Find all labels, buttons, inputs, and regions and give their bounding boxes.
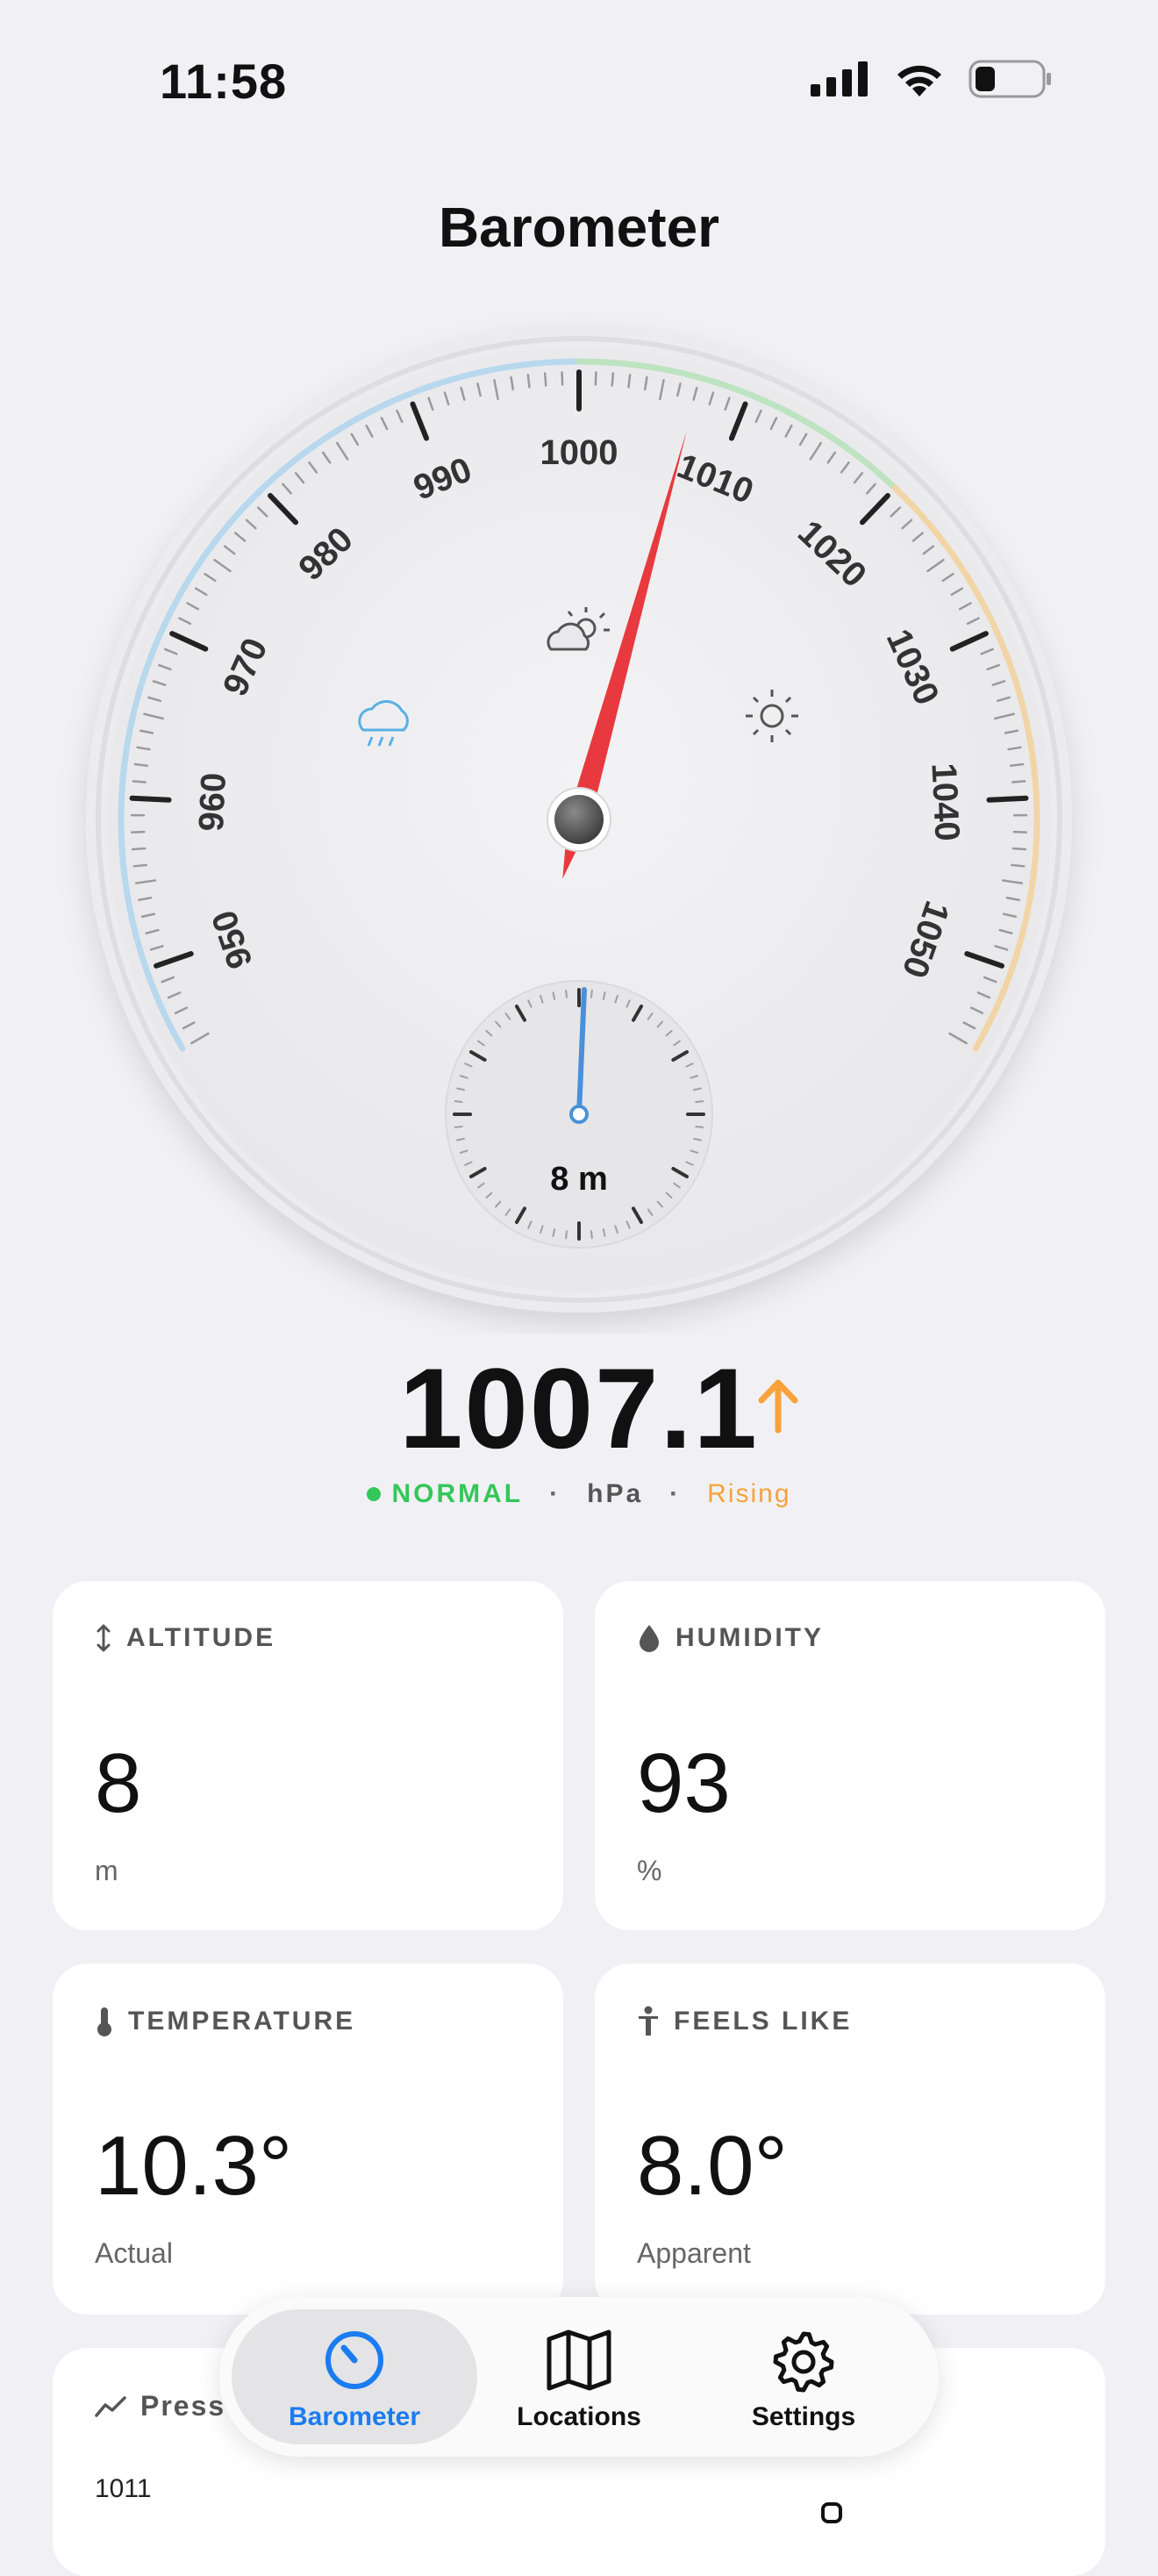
altitude-label: ALTITUDE: [126, 1623, 275, 1653]
minor-tick: [528, 375, 530, 387]
minor-tick: [132, 848, 145, 849]
status-dot: [367, 1487, 381, 1501]
altitude-needle-hub: [571, 1106, 587, 1122]
minor-tick: [133, 781, 146, 782]
feels-like-card-header: FEELS LIKE: [637, 2006, 852, 2037]
gauge-tick-label: 1040: [924, 762, 966, 842]
minor-tick: [1013, 848, 1026, 849]
altitude-unit: m: [95, 1855, 118, 1887]
tab-locations[interactable]: Locations: [456, 2309, 702, 2444]
altitude-dial-tick: [455, 1101, 462, 1102]
tab-barometer-label: Barometer: [232, 2402, 477, 2432]
tab-locations-label: Locations: [456, 2402, 702, 2432]
pressure-reading: 1007.1: [399, 1342, 759, 1474]
tab-settings[interactable]: Settings: [681, 2309, 926, 2444]
humidity-card[interactable]: HUMIDITY 93 %: [595, 1581, 1105, 1930]
unit-label: hPa: [587, 1479, 643, 1509]
temperature-card[interactable]: TEMPERATURE 10.3° Actual: [53, 1964, 563, 2315]
separator: ·: [549, 1479, 561, 1509]
humidity-label: HUMIDITY: [676, 1623, 824, 1653]
thermometer-icon: [95, 2006, 114, 2037]
tab-barometer[interactable]: Barometer: [232, 2309, 477, 2444]
feels-like-sub: Apparent: [637, 2237, 751, 2270]
major-tick: [989, 798, 1026, 800]
tab-bar: Barometer Locations Settings: [219, 2297, 939, 2457]
minor-tick: [612, 373, 613, 385]
minor-tick: [135, 764, 147, 766]
feels-like-card[interactable]: FEELS LIKE 8.0° Apparent: [595, 1964, 1105, 2315]
altitude-value: 8: [95, 1735, 141, 1832]
feels-like-label: FEELS LIKE: [674, 2007, 852, 2036]
minor-tick: [562, 372, 563, 384]
altitude-card[interactable]: ALTITUDE 8 m: [53, 1581, 563, 1930]
status-label: NORMAL: [391, 1479, 523, 1509]
minor-tick: [134, 865, 147, 866]
pressure-history-card-header: Press: [95, 2390, 225, 2422]
altitude-dial-tick: [591, 991, 592, 998]
temperature-label: TEMPERATURE: [128, 2007, 355, 2036]
gauge-icon: [323, 2329, 386, 2392]
temperature-card-header: TEMPERATURE: [95, 2006, 355, 2037]
humidity-unit: %: [637, 1855, 661, 1887]
altitude-dial-tick: [696, 1101, 703, 1102]
needle-hub: [554, 795, 604, 844]
altitude-dial-tick: [566, 1231, 567, 1238]
gear-icon: [770, 2329, 837, 2395]
major-tick: [132, 798, 169, 800]
altitude-card-header: ALTITUDE: [95, 1623, 275, 1653]
temperature-value: 10.3°: [95, 2118, 292, 2215]
minor-tick: [596, 372, 597, 384]
pressure-history-axis-value: 1011: [95, 2474, 152, 2504]
temperature-sub: Actual: [95, 2237, 173, 2270]
gauge-tick-label: 960: [192, 772, 233, 833]
minor-tick: [1011, 764, 1023, 766]
humidity-card-header: HUMIDITY: [637, 1623, 824, 1653]
minor-tick: [545, 373, 546, 385]
chart-marker: [821, 2502, 842, 2523]
altitude-dial-label: 8 m: [550, 1161, 607, 1198]
barometer-gauge: 950960970980990100010101020103010401050 …: [0, 0, 1158, 1334]
droplet-icon: [637, 1623, 661, 1653]
trend-up-arrow-icon: [756, 1377, 800, 1435]
vertical-arrows-icon: [95, 1623, 112, 1653]
humidity-value: 93: [637, 1735, 731, 1832]
pressure-history-label: Press: [140, 2390, 225, 2422]
minor-tick: [1012, 781, 1025, 782]
tab-settings-label: Settings: [681, 2402, 926, 2432]
pressure-reading-wrap: 1007.1: [0, 1342, 1158, 1474]
trend-chart-icon: [95, 2394, 126, 2419]
map-icon: [546, 2329, 612, 2392]
minor-tick: [629, 375, 631, 387]
trend-label: Rising: [707, 1479, 790, 1509]
person-icon: [637, 2006, 660, 2037]
minor-tick: [1011, 865, 1024, 866]
separator: ·: [669, 1479, 681, 1509]
pressure-status-line: NORMAL · hPa · Rising: [0, 1479, 1158, 1509]
gear-outline: [776, 2334, 832, 2390]
altitude-dial-tick: [566, 991, 567, 998]
feels-like-value: 8.0°: [637, 2118, 788, 2215]
altitude-dial-tick: [591, 1231, 592, 1238]
gauge-tick-label: 1000: [540, 433, 618, 472]
